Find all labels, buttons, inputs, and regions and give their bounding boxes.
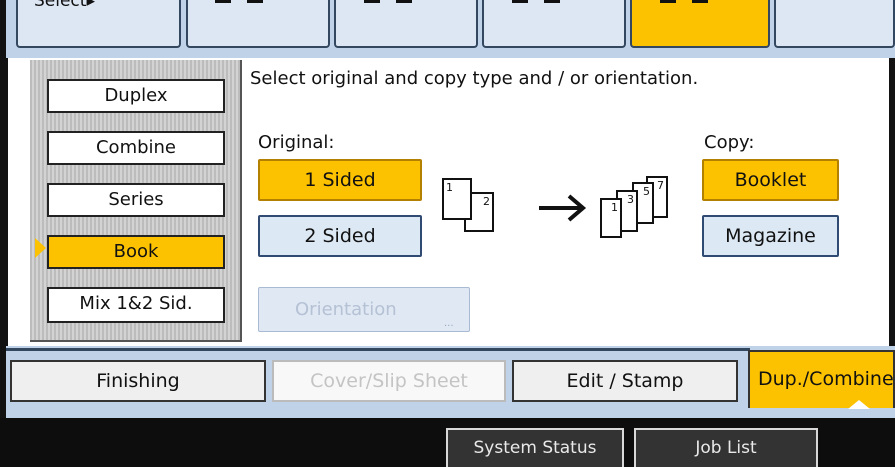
top-divider (247, 0, 263, 3)
select-label: Select▸ (34, 0, 95, 11)
top-option-button[interactable] (774, 0, 895, 48)
copy-booklet-button[interactable]: Booklet (702, 159, 839, 201)
top-divider (512, 0, 528, 3)
top-divider (544, 0, 560, 3)
tab-cover-slip-sheet[interactable]: Cover/Slip Sheet (272, 360, 506, 402)
orientation-more-indicator: ... (444, 318, 454, 329)
system-status-button[interactable]: System Status (446, 428, 624, 467)
top-divider (364, 0, 380, 3)
top-option-button[interactable] (186, 0, 330, 48)
top-divider (396, 0, 412, 3)
tab-divider (6, 348, 750, 351)
tab-edit-stamp[interactable]: Edit / Stamp (512, 360, 738, 402)
tab-finishing[interactable]: Finishing (10, 360, 266, 402)
original-sheet-front: 1 (442, 178, 472, 220)
tab-dup-combine[interactable]: Dup./Combine (748, 350, 895, 408)
caret-up-icon (848, 400, 870, 409)
top-option-button[interactable] (482, 0, 626, 48)
original-1-sided-button[interactable]: 1 Sided (258, 159, 422, 201)
original-2-sided-button[interactable]: 2 Sided (258, 215, 422, 257)
top-divider (692, 0, 708, 3)
sidebar-item-mix-sided[interactable]: Mix 1&2 Sid. (47, 287, 225, 323)
top-option-button[interactable] (334, 0, 478, 48)
booklet-icon: 7 5 3 1 (596, 176, 692, 242)
sidebar-item-book[interactable]: Book (47, 235, 225, 269)
copy-magazine-button[interactable]: Magazine (702, 215, 839, 257)
top-divider (660, 0, 676, 3)
sidebar-item-duplex[interactable]: Duplex (47, 79, 225, 113)
instruction-text: Select original and copy type and / or o… (250, 68, 699, 89)
original-sheets-icon: 2 1 (442, 178, 528, 242)
top-option-button-selected[interactable] (630, 0, 770, 48)
sidebar-item-combine[interactable]: Combine (47, 131, 225, 165)
arrow-right-icon (539, 194, 587, 222)
booklet-page: 1 (600, 198, 622, 238)
copy-label: Copy: (704, 132, 755, 153)
sidebar-item-series[interactable]: Series (47, 183, 225, 217)
selection-pointer-icon (35, 238, 46, 258)
job-list-button[interactable]: Job List (634, 428, 818, 467)
orientation-button[interactable]: Orientation (258, 287, 470, 332)
top-divider (215, 0, 231, 3)
original-label: Original: (258, 132, 335, 153)
